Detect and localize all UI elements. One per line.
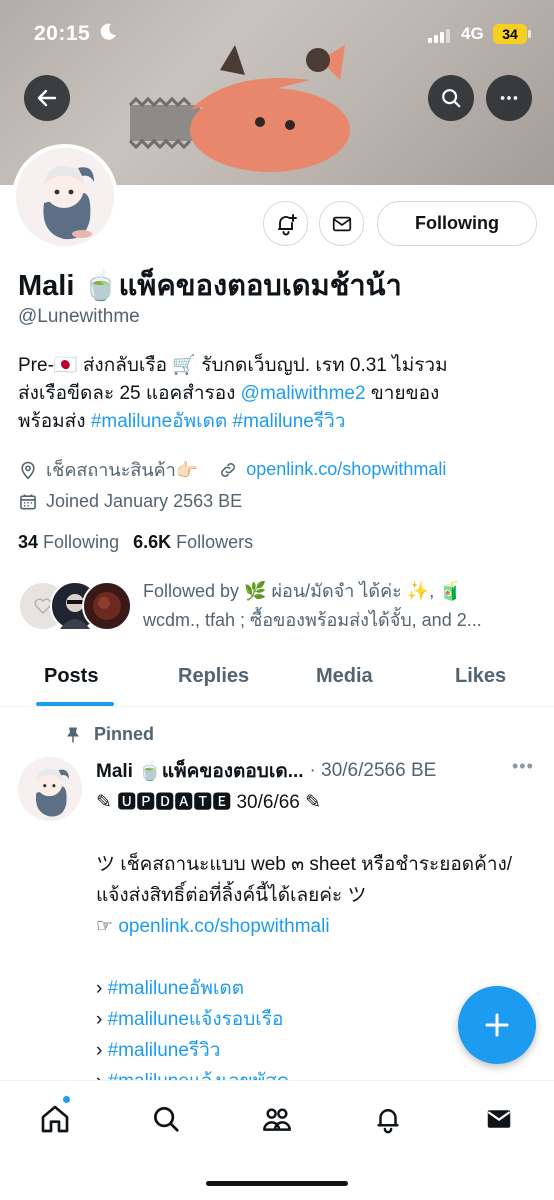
following-button[interactable]: Following — [377, 201, 537, 246]
search-icon — [154, 1107, 179, 1132]
post-link[interactable]: openlink.co/shopwithmali — [118, 916, 329, 937]
tag-prefix: › — [96, 978, 108, 999]
tab-replies[interactable]: Replies — [178, 665, 249, 688]
tab-posts[interactable]: Posts — [44, 665, 98, 688]
profile-joined-row: Joined January 2563 BE — [18, 491, 242, 512]
profile-bio: Pre-🇯🇵 ส่งกลับเรือ 🛒 รับกดเว็บญป. เรท 0.… — [18, 352, 538, 436]
signal-strength-icon — [428, 27, 450, 43]
link-icon — [221, 462, 236, 477]
bell-plus-icon — [277, 213, 297, 235]
bio-text: ส่งเรือขีดละ 25 แอคสำรอง — [18, 383, 241, 404]
post-header: Mali 🍵แพ็คของตอบเด... · 30/6/2566 BE — [96, 756, 536, 786]
profile-meta-row: เช็คสถานะสินค้า👉🏻 openlink.co/shopwithma… — [18, 455, 446, 484]
home-notification-dot — [62, 1095, 71, 1104]
plus-icon — [485, 1013, 509, 1037]
envelope-icon — [487, 1110, 511, 1128]
profile-avatar[interactable] — [12, 144, 118, 250]
battery-icon: 34 — [493, 24, 531, 44]
followed-by-line: wcdm., tfah ; ซื้อของพร้อมส่งได้จั้บ, an… — [143, 610, 482, 630]
following-label: Following — [43, 532, 120, 552]
back-button[interactable] — [24, 75, 70, 121]
message-button[interactable] — [319, 201, 364, 246]
nav-search[interactable] — [148, 1101, 184, 1137]
tab-media[interactable]: Media — [316, 665, 373, 688]
following-count-link[interactable]: 34 Following — [18, 532, 119, 553]
post-date[interactable]: · 30/6/2566 BE — [310, 760, 437, 782]
followed-by-line: Followed by 🌿 ผ่อน/มัดจำ ได้ค่ะ ✨, 🧃 — [143, 581, 462, 601]
notifications-subscribe-button[interactable] — [263, 201, 308, 246]
pin-icon — [67, 727, 79, 742]
bio-text: พร้อมส่ง — [18, 411, 91, 432]
more-options-button[interactable] — [486, 75, 532, 121]
tag-prefix: › — [96, 1009, 108, 1030]
profile-handle: @Lunewithme — [18, 306, 140, 327]
post-line: ✎ 🆄🅿🅳🅰🆃🅴 30/6/66 ✎ — [96, 792, 322, 813]
following-count: 34 — [18, 532, 39, 552]
battery-level: 34 — [502, 26, 518, 42]
do-not-disturb-moon-icon — [100, 23, 116, 40]
pinned-label-row: Pinned — [66, 724, 154, 745]
communities-icon — [263, 1108, 291, 1131]
avatar-chibi-image — [18, 757, 82, 821]
nav-home[interactable] — [37, 1101, 73, 1137]
post-more-options-icon[interactable]: ••• — [512, 756, 534, 777]
bio-line: พร้อมส่ง #maliluneอัพเดต #maliluneรีวิว — [18, 408, 538, 436]
dark-photo-icon — [93, 592, 121, 620]
followers-count: 6.6K — [133, 532, 172, 552]
post-line: ツ เช็คสถานะแบบ web ๓ sheet หรือชำระยอดค้… — [96, 854, 513, 906]
location-pin-icon — [21, 461, 35, 479]
bio-mention-link[interactable]: @maliwithme2 — [241, 383, 366, 404]
followers-label: Followers — [176, 532, 254, 552]
followed-by-avatars[interactable] — [18, 581, 133, 633]
post-author-name[interactable]: Mali 🍵แพ็คของตอบเด... — [96, 756, 304, 786]
bio-text: ขายของ — [365, 383, 440, 404]
post-hashtag-link[interactable]: #maliluneแจ้งรอบเรือ — [108, 1009, 284, 1030]
status-bar: 20:15 4G 34 — [0, 0, 554, 70]
bio-hashtag-link[interactable]: #maliluneรีวิว — [233, 411, 346, 432]
profile-joined-date: Joined January 2563 BE — [46, 491, 243, 511]
post-hashtag-link[interactable]: #maliluneรีวิว — [108, 1040, 221, 1061]
profile-location: เช็คสถานะสินค้า👉🏻 — [46, 460, 199, 480]
bio-hashtag-link[interactable]: #maliluneอัพเดต — [91, 411, 227, 432]
profile-counts: 34 Following 6.6K Followers — [18, 532, 253, 553]
bell-icon — [377, 1109, 399, 1134]
calendar-icon — [20, 494, 36, 509]
more-horizontal-icon — [500, 96, 518, 100]
status-time: 20:15 — [34, 22, 91, 45]
post-hashtag-link[interactable]: #maliluneอัพเดต — [108, 978, 244, 999]
mail-icon — [332, 216, 351, 231]
followers-count-link[interactable]: 6.6K Followers — [133, 532, 253, 553]
search-button[interactable] — [428, 75, 474, 121]
pinned-label: Pinned — [94, 724, 155, 744]
network-type: 4G — [461, 24, 484, 43]
search-icon — [442, 89, 461, 108]
post-link-prefix: ☞ — [96, 916, 119, 937]
post-link-line: ☞ openlink.co/shopwithmali — [96, 911, 536, 942]
arrow-left-icon — [37, 89, 57, 107]
bio-line: Pre-🇯🇵 ส่งกลับเรือ 🛒 รับกดเว็บญป. เรท 0.… — [18, 355, 448, 376]
tag-prefix: › — [96, 1040, 108, 1061]
profile-tabs: Posts Replies Media Likes — [0, 650, 554, 707]
home-indicator-bar — [206, 1181, 348, 1186]
nav-communities[interactable] — [259, 1101, 295, 1137]
bio-line: ส่งเรือขีดละ 25 แอคสำรอง @maliwithme2 ขา… — [18, 380, 538, 408]
tab-likes[interactable]: Likes — [455, 665, 506, 688]
avatar-chibi-image — [16, 148, 114, 246]
nav-messages[interactable] — [481, 1101, 517, 1137]
followed-by-text[interactable]: Followed by 🌿 ผ่อน/มัดจำ ได้ค่ะ ✨, 🧃 wcd… — [143, 577, 535, 635]
post-author-avatar[interactable] — [18, 757, 82, 821]
profile-name: Mali 🍵แพ็คของตอบเดมช้าน้า — [18, 270, 402, 302]
home-icon — [41, 1105, 69, 1133]
follower-avatar — [82, 581, 132, 631]
active-tab-indicator — [36, 702, 114, 706]
profile-website-link[interactable]: openlink.co/shopwithmali — [246, 459, 446, 480]
nav-notifications[interactable] — [370, 1101, 406, 1137]
compose-post-button[interactable] — [458, 986, 536, 1064]
